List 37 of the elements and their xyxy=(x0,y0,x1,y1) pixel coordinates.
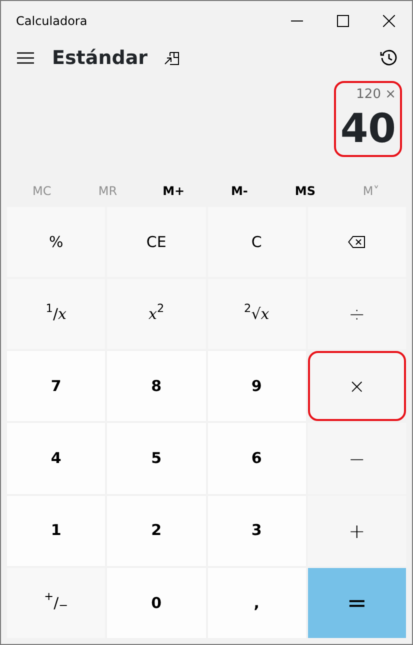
function-key[interactable]: $^{+}$/$_{−}$ xyxy=(7,568,106,638)
window-title: Calculadora xyxy=(16,13,88,30)
digit-key[interactable]: 6 xyxy=(208,423,306,494)
digit-key[interactable]: 3 xyxy=(208,496,306,566)
function-key[interactable]: CE xyxy=(107,207,206,278)
result-value: 40 xyxy=(340,106,396,150)
digit-key[interactable]: 0 xyxy=(107,568,206,638)
digit-key[interactable]: 1 xyxy=(7,496,106,566)
digit-key[interactable]: 4 xyxy=(7,423,106,494)
history-icon xyxy=(380,49,398,67)
function-key[interactable]: % xyxy=(7,207,106,278)
digit-key[interactable]: 2 xyxy=(107,496,206,566)
digit-key[interactable]: 5 xyxy=(107,423,206,494)
mode-title: Estándar xyxy=(52,46,148,71)
operator-key[interactable]: × xyxy=(308,351,406,422)
operator-key[interactable]: ÷ xyxy=(308,279,406,350)
function-key[interactable]: C xyxy=(208,207,306,278)
function-key[interactable]: x$^{2}$ xyxy=(107,279,206,350)
function-key[interactable]: $^{2}$√x xyxy=(208,279,306,350)
operator-key[interactable]: − xyxy=(308,423,406,494)
memory-button[interactable]: M- xyxy=(206,175,272,207)
function-key[interactable]: $^{1}$/x xyxy=(7,279,106,350)
digit-key[interactable]: , xyxy=(208,568,306,638)
memory-button[interactable]: M+ xyxy=(140,175,206,207)
menu-icon xyxy=(17,52,34,64)
digit-key[interactable]: 9 xyxy=(208,351,306,422)
window-arrow-icon xyxy=(164,52,179,64)
memory-button[interactable]: MS xyxy=(272,175,338,207)
close-icon xyxy=(383,15,395,27)
expression-text: 120 × xyxy=(356,86,396,104)
maximize-icon xyxy=(337,15,349,27)
digit-key[interactable]: 8 xyxy=(107,351,206,422)
minimize-icon xyxy=(291,20,303,22)
backspace-icon xyxy=(348,236,366,248)
equals-key[interactable]: = xyxy=(308,568,406,638)
operator-key[interactable]: + xyxy=(308,496,406,566)
digit-key[interactable]: 7 xyxy=(7,351,106,422)
